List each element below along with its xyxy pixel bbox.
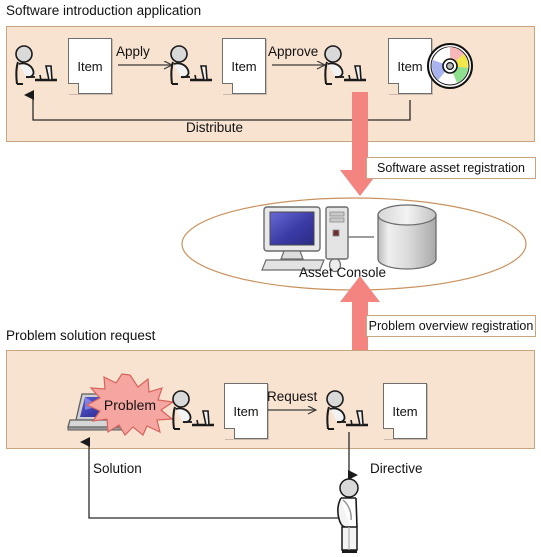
page-fold-icon <box>224 428 235 439</box>
item-document-label: Item <box>233 403 259 419</box>
item-document-5: Item <box>383 383 427 439</box>
person-at-desk-helpdesk-operator-icon <box>322 390 374 438</box>
page-fold-icon <box>383 428 394 439</box>
person-at-desk-end-user-icon <box>168 390 220 438</box>
bottom-panel-connectors <box>80 0 358 519</box>
item-document-label: Item <box>392 403 418 419</box>
directive-edge-label: Directive <box>370 461 423 476</box>
problem-starburst-icon: Problem <box>85 373 175 436</box>
solution-edge-label: Solution <box>93 461 142 476</box>
request-edge-label: Request <box>267 389 318 404</box>
problem-starburst-label: Problem <box>103 397 157 413</box>
person-standing-support-engineer-icon <box>330 478 374 554</box>
item-document-4: Item <box>224 383 268 439</box>
diagram-canvas: Software introduction application Item A… <box>0 0 541 557</box>
